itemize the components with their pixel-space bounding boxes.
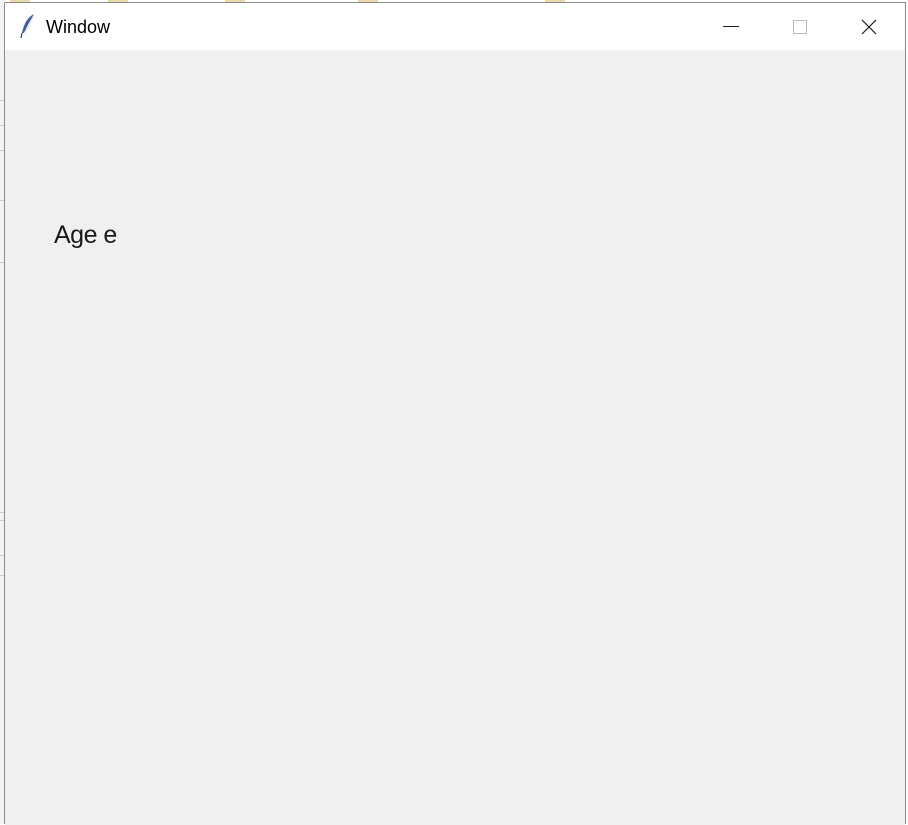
app-window: Window Age e [4,2,906,825]
age-label: Age e [54,221,117,249]
minimize-button[interactable] [696,3,765,50]
close-button[interactable] [834,3,903,50]
maximize-button[interactable] [765,3,834,50]
window-client-area: Age e [5,50,905,825]
tk-feather-icon [20,13,35,39]
minimize-icon [722,26,739,27]
window-title: Window [46,17,111,37]
maximize-icon [792,19,807,34]
title-bar[interactable]: Window [5,3,905,50]
close-icon [861,19,876,34]
